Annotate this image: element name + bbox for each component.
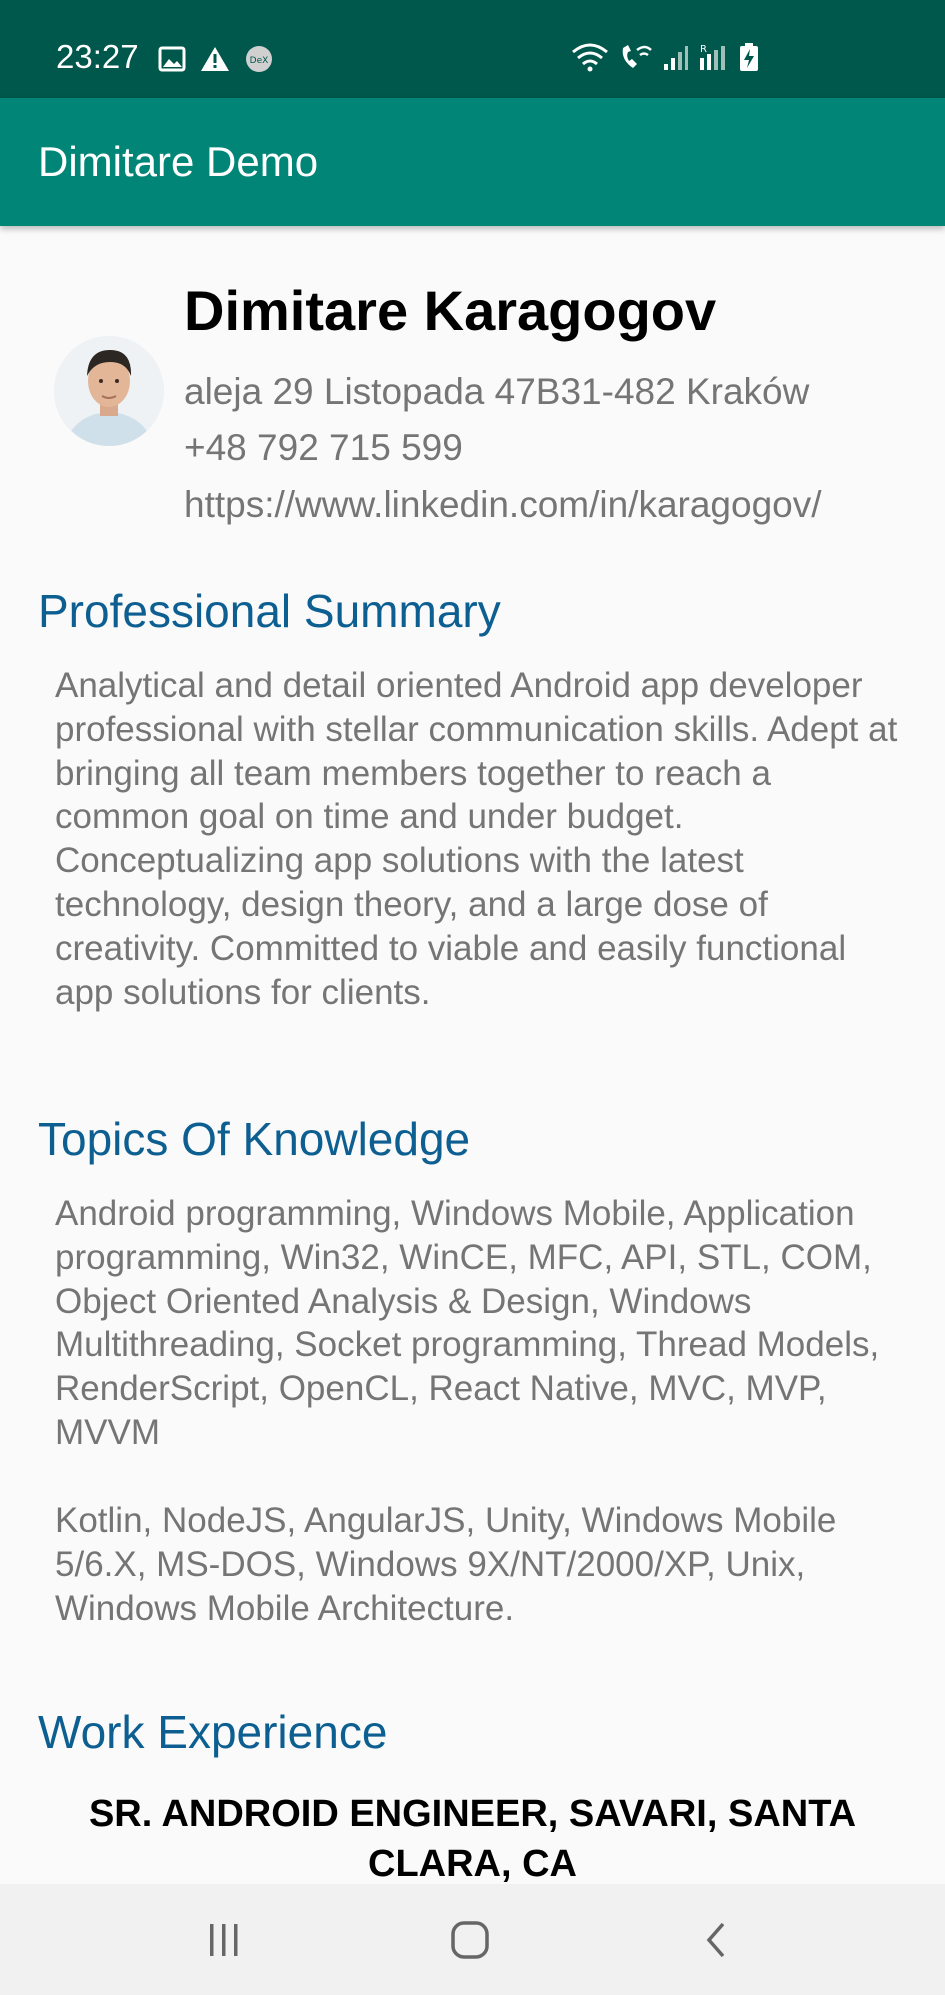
warning-icon: [201, 47, 229, 71]
home-icon: [451, 1921, 489, 1959]
status-icons-right: R: [571, 42, 759, 72]
dex-icon: DeX: [246, 46, 272, 72]
battery-charging-icon: [740, 43, 758, 71]
knowledge-text-secondary: Kotlin, NodeJS, AngularJS, Unity, Window…: [55, 1501, 837, 1628]
status-icons-left: DeX: [158, 44, 274, 74]
signal-icon: [664, 46, 688, 70]
home-button[interactable]: [440, 1912, 500, 1968]
status-time: 23:27: [56, 38, 139, 75]
navigation-bar: [0, 1884, 945, 1995]
knowledge-section-title: Topics Of Knowledge: [38, 1113, 471, 1165]
summary-text: Analytical and detail oriented Android a…: [55, 666, 898, 1012]
wifi-call-icon: [622, 45, 652, 68]
profile-phone[interactable]: +48 792 715 599: [184, 427, 463, 469]
svg-text:R: R: [700, 44, 707, 55]
wifi-icon: [572, 43, 608, 72]
profile-name: Dimitare Karagogov: [184, 279, 717, 342]
profile-linkedin-link[interactable]: https://www.linkedin.com/in/karagogov/: [184, 484, 822, 526]
status-bar: 23:27 DeX R: [0, 0, 945, 98]
knowledge-text-primary: Android programming, Windows Mobile, App…: [55, 1194, 880, 1452]
back-icon: [706, 1922, 725, 1958]
image-icon: [158, 46, 186, 72]
profile-avatar: [54, 336, 164, 446]
back-button[interactable]: [686, 1912, 746, 1968]
recent-apps-icon: [210, 1924, 238, 1956]
app-bar: Dimitare Demo: [0, 98, 945, 226]
resume-content[interactable]: Dimitare Karagogov aleja 29 Listopada 47…: [0, 226, 945, 1884]
svg-text:DeX: DeX: [250, 56, 269, 66]
app-title: Dimitare Demo: [38, 138, 319, 185]
job-title: SR. ANDROID ENGINEER, SAVARI, SANTA CLAR…: [88, 1793, 857, 1884]
profile-address: aleja 29 Listopada 47B31-482 Kraków: [184, 371, 810, 412]
summary-section-title: Professional Summary: [38, 585, 501, 637]
roaming-signal-icon: R: [700, 44, 725, 70]
recent-apps-button[interactable]: [194, 1912, 254, 1968]
work-section-title: Work Experience: [38, 1706, 388, 1758]
